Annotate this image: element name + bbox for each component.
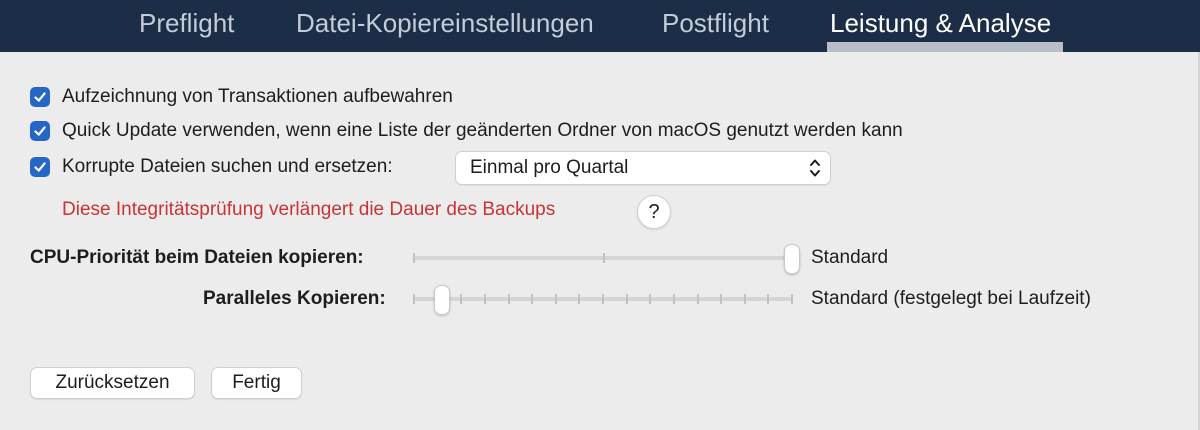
cpu-priority-label: CPU-Priorität beim Dateien kopieren: — [30, 247, 364, 268]
checkmark-icon — [34, 162, 46, 172]
parallel-copy-tick — [697, 294, 699, 304]
frequency-select-value: Einmal pro Quartal — [470, 157, 629, 178]
parallel-copy-tick — [767, 294, 769, 304]
reset-button[interactable]: Zurücksetzen — [30, 367, 195, 399]
keep-transaction-log-checkbox[interactable] — [30, 87, 50, 107]
parallel-copy-thumb[interactable] — [434, 285, 450, 315]
checkmark-icon — [34, 126, 46, 136]
checkmark-icon — [34, 92, 46, 102]
parallel-copy-value: Standard (festgelegt bei Laufzeit) — [811, 288, 1091, 309]
parallel-copy-tick — [578, 294, 580, 304]
parallel-copy-tick — [555, 294, 557, 304]
parallel-copy-tick — [602, 294, 604, 304]
tab-preflight[interactable]: Preflight — [139, 6, 234, 40]
option-keep-transaction-log[interactable]: Aufzeichnung von Transaktionen aufbewahr… — [30, 84, 453, 110]
option-quick-update[interactable]: Quick Update verwenden, wenn eine Liste … — [30, 118, 903, 144]
parallel-copy-tick — [460, 294, 462, 304]
parallel-copy-tick — [484, 294, 486, 304]
parallel-copy-tick — [673, 294, 675, 304]
tab-bar: Preflight Datei-Kopiereinstellungen Post… — [0, 0, 1200, 52]
integrity-check-warning: Diese Integritätsprüfung verlängert die … — [62, 199, 556, 220]
parallel-copy-tick — [531, 294, 533, 304]
corrupt-files-label: Korrupte Dateien suchen und ersetzen: — [62, 156, 393, 177]
parallel-copy-label: Paralleles Kopieren: — [203, 288, 386, 309]
tab-file-copy-settings[interactable]: Datei-Kopiereinstellungen — [296, 6, 594, 40]
active-tab-indicator — [827, 42, 1063, 52]
parallel-copy-tick — [626, 294, 628, 304]
cpu-priority-tick — [603, 253, 605, 263]
quick-update-label: Quick Update verwenden, wenn eine Liste … — [62, 120, 903, 141]
done-button[interactable]: Fertig — [211, 367, 302, 399]
option-corrupt-files[interactable]: Korrupte Dateien suchen und ersetzen: — [30, 154, 393, 180]
help-button[interactable]: ? — [637, 195, 671, 229]
tab-performance-analysis[interactable]: Leistung & Analyse — [830, 6, 1051, 40]
parallel-copy-tick — [413, 294, 415, 304]
parallel-copy-tick — [649, 294, 651, 304]
quick-update-checkbox[interactable] — [30, 121, 50, 141]
parallel-copy-tick — [791, 294, 793, 304]
parallel-copy-tick — [744, 294, 746, 304]
corrupt-files-checkbox[interactable] — [30, 157, 50, 177]
tab-postflight[interactable]: Postflight — [662, 6, 769, 40]
chevron-up-down-icon — [810, 159, 820, 177]
cpu-priority-tick — [413, 253, 415, 263]
parallel-copy-tick — [508, 294, 510, 304]
frequency-select[interactable]: Einmal pro Quartal — [455, 151, 831, 185]
cpu-priority-thumb[interactable] — [784, 244, 800, 274]
keep-transaction-log-label: Aufzeichnung von Transaktionen aufbewahr… — [62, 86, 453, 107]
cpu-priority-value: Standard — [811, 247, 889, 268]
parallel-copy-tick — [720, 294, 722, 304]
